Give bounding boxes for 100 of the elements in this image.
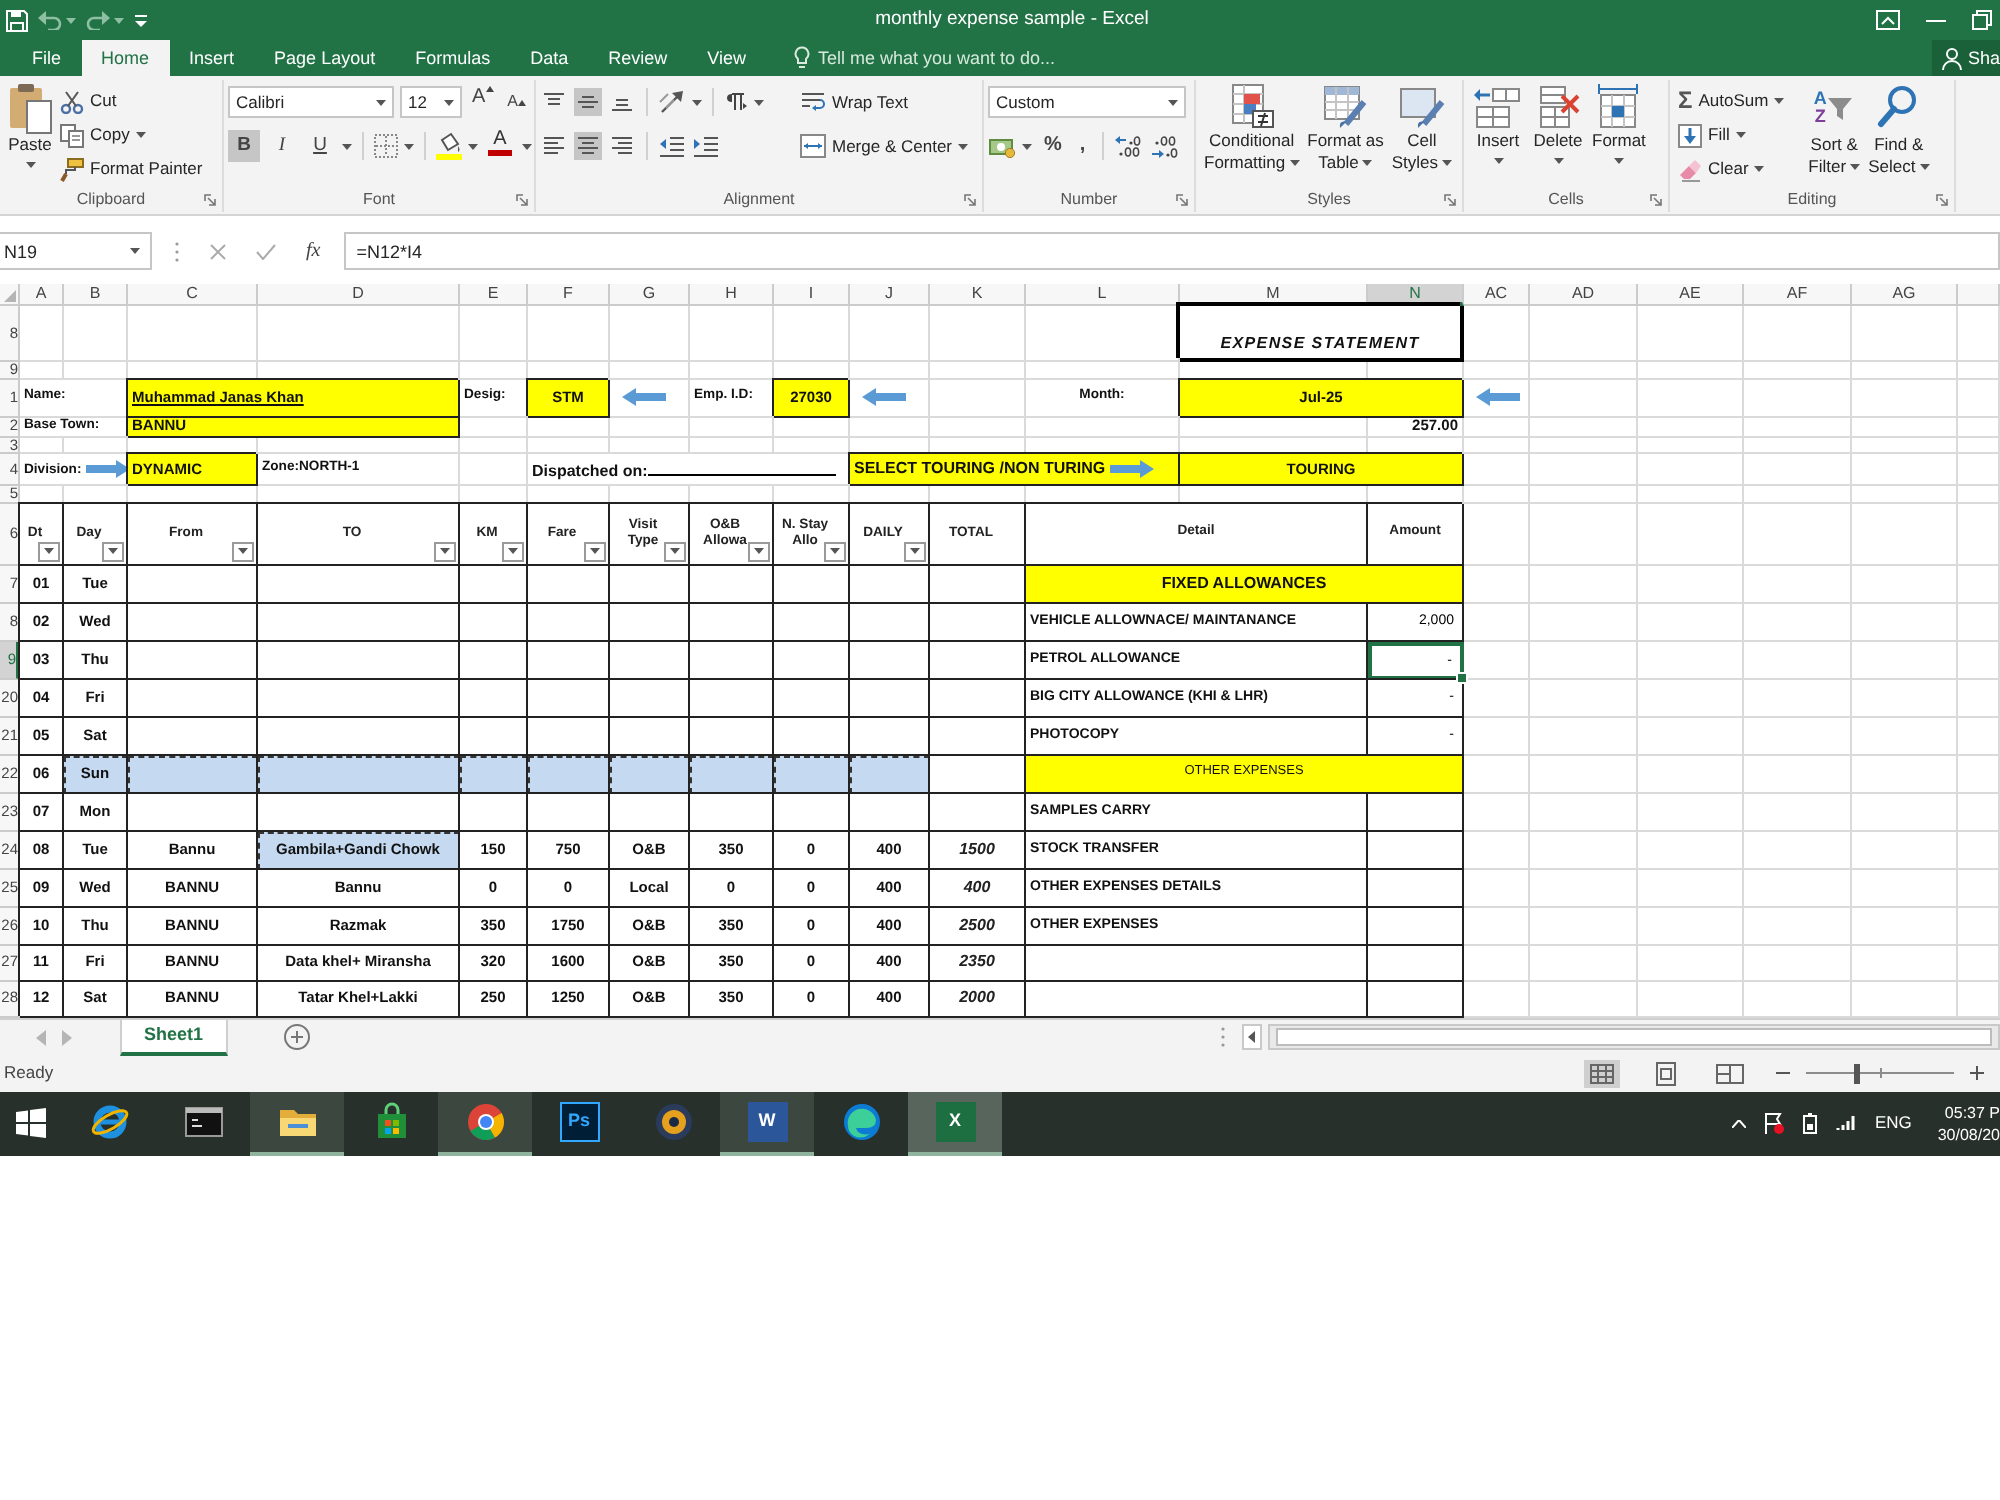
fill-handle[interactable] bbox=[1456, 671, 1468, 683]
find-select-button[interactable]: Find & Select bbox=[1864, 80, 1934, 178]
caret-icon[interactable] bbox=[135, 132, 146, 138]
merge-center-button[interactable]: Merge & Center bbox=[796, 129, 972, 163]
caret-icon[interactable] bbox=[958, 143, 968, 149]
middle-align-icon[interactable] bbox=[574, 88, 602, 116]
battery-icon[interactable] bbox=[1802, 1112, 1819, 1134]
caret-icon[interactable] bbox=[468, 143, 478, 149]
caret-icon[interactable] bbox=[1289, 159, 1300, 166]
caret-icon[interactable] bbox=[1022, 143, 1032, 149]
percent-button[interactable]: % bbox=[1038, 134, 1068, 158]
dialog-launcher-icon[interactable] bbox=[516, 194, 528, 206]
caret-icon[interactable] bbox=[1553, 158, 1563, 164]
column-header[interactable]: AF bbox=[1744, 284, 1852, 306]
autosum-button[interactable]: Σ AutoSum bbox=[1674, 84, 1789, 118]
font-size-dropdown[interactable]: 12 bbox=[400, 86, 462, 118]
filter-button[interactable] bbox=[502, 541, 524, 561]
ribbon-tab[interactable]: Review bbox=[588, 40, 688, 76]
zoom-out-icon[interactable] bbox=[1776, 1066, 1790, 1080]
caret-icon[interactable] bbox=[342, 143, 352, 149]
caret-icon[interactable] bbox=[376, 99, 386, 105]
splitter-icon[interactable] bbox=[1220, 1026, 1226, 1048]
clock-time[interactable]: 05:37 P bbox=[1944, 1101, 2000, 1123]
caret-icon[interactable] bbox=[1493, 158, 1503, 164]
insert-button[interactable]: Insert bbox=[1468, 80, 1528, 164]
filter-button[interactable] bbox=[904, 541, 926, 561]
copy-button[interactable]: Copy bbox=[56, 118, 207, 152]
filter-button[interactable] bbox=[38, 541, 60, 561]
caret-icon[interactable] bbox=[1754, 166, 1765, 172]
column-header[interactable]: L bbox=[1026, 284, 1180, 306]
dialog-launcher-icon[interactable] bbox=[204, 194, 216, 206]
clock-date[interactable]: 30/08/20 bbox=[1937, 1123, 2000, 1145]
drag-handle-icon[interactable] bbox=[174, 239, 180, 263]
font-color-button[interactable]: A bbox=[484, 130, 516, 162]
paste-button[interactable]: Paste bbox=[4, 80, 56, 168]
caret-up-icon[interactable] bbox=[1732, 1119, 1747, 1127]
add-sheet-icon[interactable] bbox=[283, 1024, 310, 1050]
filter-button[interactable] bbox=[824, 541, 846, 561]
shrink-font-button[interactable]: A bbox=[503, 86, 531, 118]
redo-icon[interactable] bbox=[86, 10, 110, 30]
ribbon-tab[interactable]: File bbox=[12, 40, 82, 76]
dialog-launcher-icon[interactable] bbox=[964, 194, 976, 206]
clear-button[interactable]: Clear bbox=[1674, 152, 1789, 186]
format-painter-button[interactable]: Format Painter bbox=[56, 152, 207, 186]
flag-icon[interactable] bbox=[1764, 1112, 1785, 1134]
column-header[interactable]: AC bbox=[1464, 284, 1530, 306]
signal-icon[interactable] bbox=[1836, 1114, 1857, 1132]
caret-icon[interactable] bbox=[1919, 163, 1930, 170]
column-header[interactable]: AG bbox=[1852, 284, 1958, 306]
number-format-dropdown[interactable]: Custom bbox=[988, 86, 1186, 118]
column-header[interactable]: C bbox=[128, 284, 258, 306]
save-icon[interactable] bbox=[6, 9, 28, 31]
column-header[interactable]: AD bbox=[1530, 284, 1638, 306]
column-header[interactable]: D bbox=[258, 284, 460, 306]
wrap-text-button[interactable]: Wrap Text bbox=[796, 85, 912, 119]
filter-button[interactable] bbox=[232, 541, 254, 561]
restore-icon[interactable] bbox=[1972, 10, 1992, 30]
format-button[interactable]: Format bbox=[1588, 80, 1650, 164]
caret-icon[interactable] bbox=[1774, 98, 1785, 104]
text-direction-icon[interactable] bbox=[724, 92, 748, 112]
ribbon-tab[interactable]: Formulas bbox=[395, 40, 511, 76]
filter-button[interactable] bbox=[664, 541, 686, 561]
zoom-in-icon[interactable] bbox=[1970, 1066, 1984, 1080]
page-break-preview-icon[interactable] bbox=[1712, 1059, 1748, 1087]
column-header[interactable]: E bbox=[460, 284, 528, 306]
column-header[interactable]: F bbox=[528, 284, 610, 306]
column-header[interactable]: B bbox=[64, 284, 128, 306]
column-header[interactable]: G bbox=[610, 284, 690, 306]
right-align-icon[interactable] bbox=[608, 132, 636, 160]
language-indicator[interactable]: ENG bbox=[1874, 1112, 1912, 1134]
sheet-tab[interactable]: Sheet1 bbox=[120, 1019, 228, 1055]
normal-view-icon[interactable] bbox=[1584, 1059, 1620, 1087]
name-box[interactable]: N19 bbox=[0, 232, 152, 270]
caret-icon[interactable] bbox=[1168, 99, 1178, 105]
comma-style-button[interactable]: , bbox=[1073, 134, 1092, 158]
column-header[interactable]: J bbox=[850, 284, 930, 306]
ribbon-tab[interactable]: Data bbox=[510, 40, 589, 76]
customize-icon[interactable] bbox=[134, 13, 148, 27]
ribbon-tab[interactable]: Page Layout bbox=[254, 40, 396, 76]
filter-button[interactable] bbox=[584, 541, 606, 561]
center-align-icon[interactable] bbox=[574, 132, 602, 160]
insert-function-button[interactable]: fx bbox=[306, 239, 321, 263]
caret-icon[interactable] bbox=[692, 99, 702, 105]
caret-icon[interactable] bbox=[444, 99, 454, 105]
filter-button[interactable] bbox=[434, 541, 456, 561]
formula-field[interactable]: =N12*I4 bbox=[344, 232, 2000, 270]
font-name-dropdown[interactable]: Calibri bbox=[228, 86, 394, 118]
scroll-left-icon[interactable] bbox=[1242, 1024, 1262, 1050]
orientation-icon[interactable] bbox=[658, 90, 686, 114]
dialog-launcher-icon[interactable] bbox=[1176, 194, 1188, 206]
caret-icon[interactable] bbox=[1613, 158, 1624, 164]
left-align-icon[interactable] bbox=[540, 132, 568, 160]
column-header[interactable]: H bbox=[690, 284, 774, 306]
taskbar-button[interactable]: X bbox=[908, 1091, 1002, 1155]
dialog-launcher-icon[interactable] bbox=[1936, 194, 1948, 206]
grow-font-button[interactable]: A bbox=[468, 86, 498, 118]
taskbar-button[interactable] bbox=[250, 1091, 344, 1155]
caret-icon[interactable] bbox=[1735, 132, 1746, 138]
caret-icon[interactable] bbox=[522, 143, 532, 149]
underline-button[interactable]: U bbox=[304, 130, 336, 162]
